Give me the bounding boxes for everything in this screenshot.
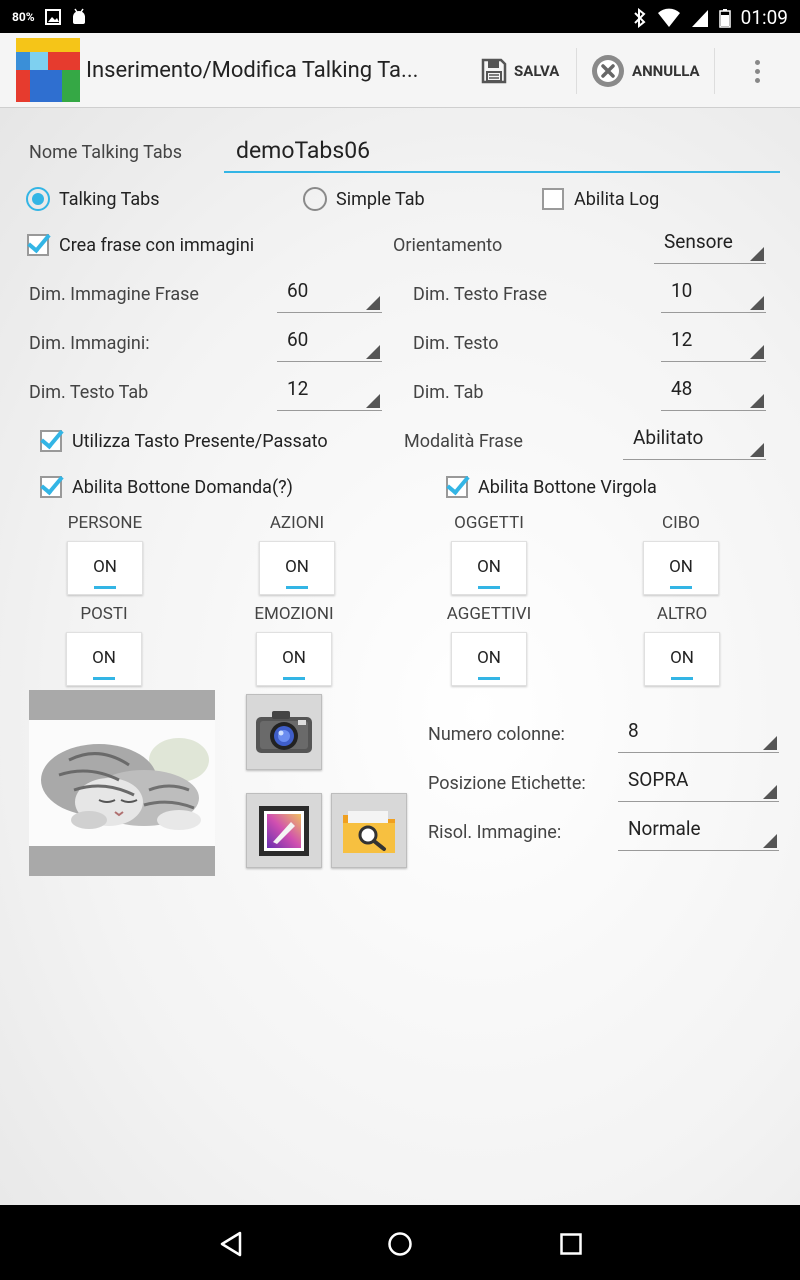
- category-label-emozioni: EMOZIONI: [254, 604, 334, 624]
- columns-spinner[interactable]: 8: [618, 713, 779, 753]
- question-button-checkbox[interactable]: [40, 476, 62, 498]
- comma-button-label: Abilita Bottone Virgola: [478, 477, 657, 498]
- radio-talking-tabs-label: Talking Tabs: [59, 189, 160, 210]
- recents-icon[interactable]: [559, 1232, 583, 1256]
- category-label-aggettivi: AGGETTIVI: [446, 604, 532, 624]
- category-toggle-azioni[interactable]: ON: [259, 541, 335, 595]
- overflow-menu-icon[interactable]: [748, 51, 766, 91]
- save-button[interactable]: SALVA: [480, 51, 559, 91]
- image-notification-icon: [44, 9, 61, 25]
- action-bar: Inserimento/Modifica Talking Ta... SALVA…: [0, 33, 800, 108]
- question-button-label: Abilita Bottone Domanda(?): [72, 477, 293, 498]
- dim-tab-text-label: Dim. Testo Tab: [29, 382, 149, 403]
- action-divider: [714, 48, 715, 94]
- app-logo: [16, 38, 80, 102]
- category-label-cibo: CIBO: [662, 513, 700, 533]
- camera-button[interactable]: [246, 694, 322, 770]
- label-position-label: Posizione Etichette:: [428, 773, 586, 794]
- file-browser-button[interactable]: [331, 793, 407, 868]
- dim-image-phrase-spinner[interactable]: 60: [277, 273, 382, 313]
- action-divider: [576, 48, 577, 94]
- phrase-mode-spinner[interactable]: Abilitato: [623, 420, 766, 460]
- home-icon[interactable]: [387, 1231, 413, 1257]
- navigation-bar: [0, 1205, 800, 1280]
- cancel-circle-icon: [592, 55, 624, 87]
- status-bar: 80% 01:09: [0, 0, 800, 33]
- bluetooth-icon: [633, 7, 646, 28]
- category-toggle-cibo[interactable]: ON: [643, 541, 719, 595]
- image-resolution-spinner[interactable]: Normale: [618, 811, 779, 851]
- battery-percent: 80%: [12, 10, 35, 24]
- page-title: Inserimento/Modifica Talking Ta...: [86, 58, 419, 83]
- category-label-persone: PERSONE: [67, 513, 143, 533]
- category-label-posti: POSTI: [80, 604, 128, 624]
- category-toggle-posti[interactable]: ON: [66, 632, 142, 686]
- orientation-spinner[interactable]: Sensore: [654, 224, 766, 264]
- category-toggle-emozioni[interactable]: ON: [256, 632, 332, 686]
- category-label-altro: ALTRO: [656, 604, 708, 624]
- clock: 01:09: [740, 6, 788, 29]
- radio-talking-tabs[interactable]: [26, 187, 50, 211]
- name-field[interactable]: demoTabs06: [224, 135, 780, 173]
- dim-text-phrase-label: Dim. Testo Frase: [413, 284, 548, 305]
- image-preview[interactable]: [29, 690, 215, 876]
- camera-icon: [256, 711, 312, 753]
- category-toggle-altro[interactable]: ON: [644, 632, 720, 686]
- comma-button-checkbox[interactable]: [446, 476, 468, 498]
- name-label: Nome Talking Tabs: [29, 142, 183, 163]
- dim-tab-spinner[interactable]: 48: [661, 371, 766, 411]
- signal-icon: [691, 9, 708, 27]
- gallery-icon: [259, 805, 309, 856]
- floppy-disk-icon: [481, 58, 507, 84]
- wifi-icon: [657, 8, 680, 27]
- create-phrase-label: Crea frase con immagini: [59, 235, 255, 256]
- dim-images-spinner[interactable]: 60: [277, 322, 382, 362]
- category-toggle-persone[interactable]: ON: [67, 541, 143, 595]
- log-checkbox-label: Abilita Log: [574, 189, 660, 210]
- android-debug-icon: [72, 8, 85, 24]
- save-label: SALVA: [514, 62, 560, 80]
- dim-tab-text-spinner[interactable]: 12: [277, 371, 382, 411]
- battery-icon: [718, 8, 731, 28]
- gallery-button[interactable]: [246, 793, 322, 868]
- dim-images-label: Dim. Immagini:: [29, 333, 150, 354]
- dim-text-spinner[interactable]: 12: [661, 322, 766, 362]
- create-phrase-checkbox[interactable]: [27, 234, 49, 256]
- dim-text-phrase-spinner[interactable]: 10: [661, 273, 766, 313]
- phrase-mode-label: Modalità Frase: [404, 431, 523, 452]
- category-toggle-oggetti[interactable]: ON: [451, 541, 527, 595]
- columns-label: Numero colonne:: [428, 724, 565, 745]
- category-toggle-aggettivi[interactable]: ON: [451, 632, 527, 686]
- dim-text-label: Dim. Testo: [413, 333, 499, 354]
- category-label-oggetti: OGGETTI: [454, 513, 524, 533]
- radio-simple-tab-label: Simple Tab: [336, 189, 425, 210]
- label-position-spinner[interactable]: SOPRA: [618, 762, 779, 802]
- image-resolution-label: Risol. Immagine:: [428, 822, 562, 843]
- radio-simple-tab[interactable]: [303, 187, 327, 211]
- back-icon[interactable]: [218, 1231, 244, 1257]
- folder-search-icon: [343, 810, 395, 853]
- cancel-button[interactable]: ANNULLA: [590, 51, 700, 91]
- dim-tab-label: Dim. Tab: [413, 382, 484, 403]
- tense-key-checkbox[interactable]: [40, 430, 62, 452]
- tense-key-label: Utilizza Tasto Presente/Passato: [72, 431, 328, 452]
- category-label-azioni: AZIONI: [269, 513, 325, 533]
- kitten-photo: [29, 720, 215, 846]
- orientation-label: Orientamento: [393, 235, 503, 256]
- cancel-label: ANNULLA: [632, 62, 700, 80]
- log-checkbox[interactable]: [542, 188, 564, 210]
- dim-image-phrase-label: Dim. Immagine Frase: [29, 284, 199, 305]
